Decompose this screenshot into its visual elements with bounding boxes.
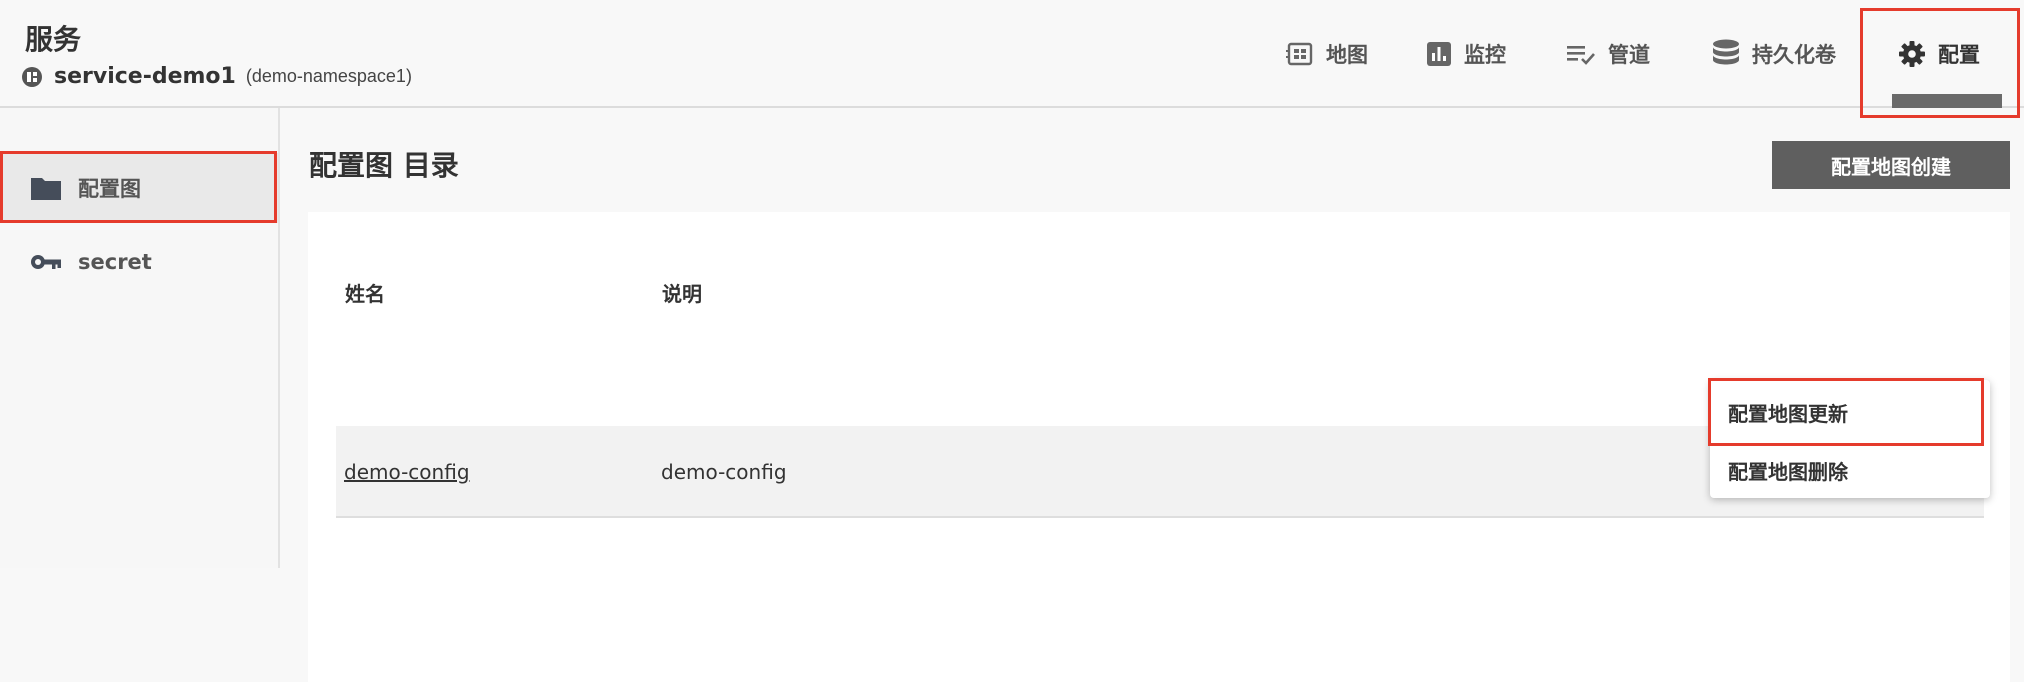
tab-config-highlight <box>1860 8 2020 118</box>
service-icon <box>22 67 42 87</box>
service-namespace: (demo-namespace1) <box>246 66 412 87</box>
section-title: 配置图 目录 <box>309 144 459 184</box>
tab-monitor[interactable]: 监控 <box>1426 0 1506 108</box>
app-header: 服务 service-demo1 (demo-namespace1) 地图 监控… <box>0 0 2024 108</box>
tab-pipeline[interactable]: 管道 <box>1566 0 1650 108</box>
menu-item-delete[interactable]: 配置地图删除 <box>1710 441 1990 499</box>
tab-pipeline-label: 管道 <box>1608 39 1650 69</box>
create-configmap-button[interactable]: 配置地图创建 <box>1772 141 2010 189</box>
key-icon <box>30 252 62 272</box>
map-icon <box>1286 40 1314 68</box>
page-title: 服务 <box>25 18 81 58</box>
service-info: service-demo1 (demo-namespace1) <box>22 64 412 89</box>
configmap-description: demo-config <box>661 460 787 484</box>
database-icon <box>1712 39 1740 69</box>
tab-monitor-label: 监控 <box>1464 39 1506 69</box>
bar-chart-icon <box>1426 41 1452 67</box>
tab-map-label: 地图 <box>1326 39 1368 69</box>
tab-map[interactable]: 地图 <box>1286 0 1368 108</box>
sidebar-item-secret[interactable]: secret <box>0 227 278 297</box>
tab-volume-label: 持久化卷 <box>1752 39 1836 69</box>
sidebar-highlight <box>0 151 277 223</box>
service-name: service-demo1 <box>54 64 236 89</box>
column-header-description: 说明 <box>662 278 702 307</box>
configmap-name-link[interactable]: demo-config <box>344 460 470 484</box>
column-header-name: 姓名 <box>345 278 385 307</box>
sidebar-item-label: secret <box>78 250 152 274</box>
list-check-icon <box>1566 41 1596 67</box>
tab-volume[interactable]: 持久化卷 <box>1712 0 1836 108</box>
main-content: 配置图 目录 配置地图创建 姓名 说明 demo-config demo-con… <box>280 108 2024 568</box>
menu-update-highlight <box>1708 378 1984 446</box>
